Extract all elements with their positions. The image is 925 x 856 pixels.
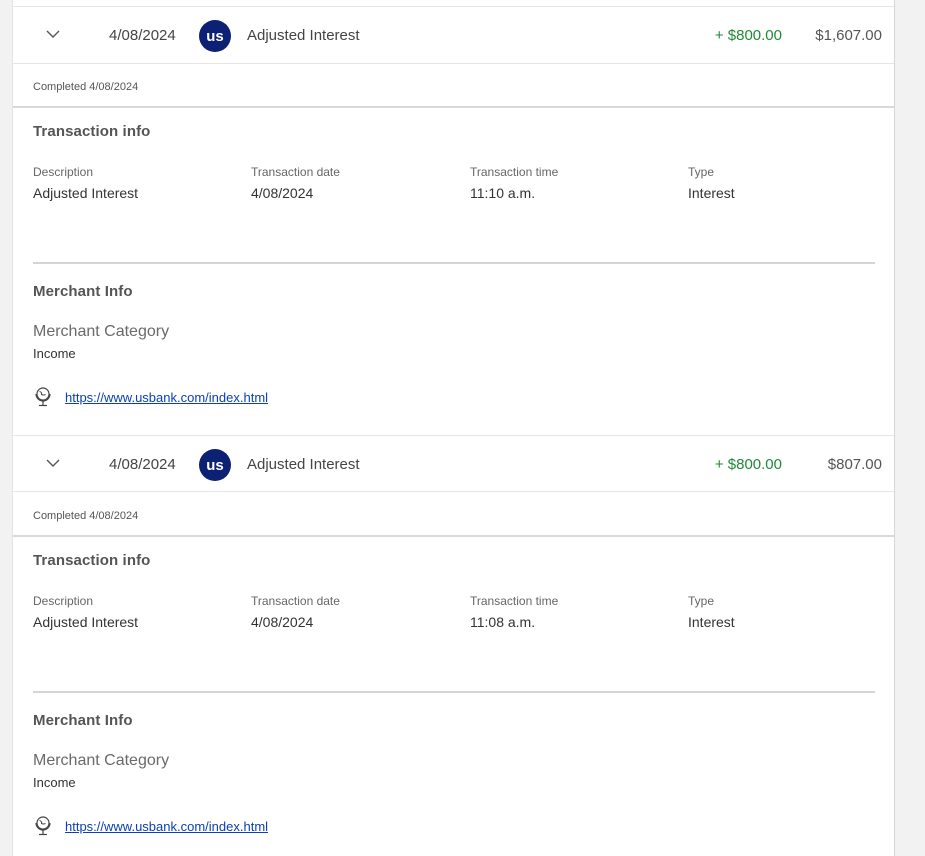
transaction-description: Adjusted Interest [247, 456, 360, 473]
description-value: Adjusted Interest [33, 185, 139, 201]
merchant-category-value: Income [33, 775, 76, 790]
type-value: Interest [688, 614, 735, 630]
transaction-time-value: 11:08 a.m. [470, 614, 536, 630]
transaction-time-label: Transaction time [470, 165, 559, 179]
type-label: Type [688, 165, 715, 179]
merchant-category-label: Merchant Category [33, 752, 170, 769]
section-divider [33, 691, 875, 693]
transaction-description: Adjusted Interest [247, 27, 360, 44]
transaction-amount: + $800.00 [714, 456, 782, 473]
running-balance: $1,607.00 [815, 27, 882, 44]
type-label: Type [688, 594, 715, 608]
transaction-date-value: 4/08/2024 [251, 614, 314, 630]
transaction-date: 4/08/2024 [109, 27, 176, 44]
transaction-date-label: Transaction date [251, 594, 340, 608]
merchant-category-label: Merchant Category [33, 323, 170, 340]
globe-icon [35, 816, 51, 836]
transaction-date: 4/08/2024 [109, 456, 176, 473]
chevron-down-icon[interactable] [45, 457, 61, 469]
transaction-date-label: Transaction date [251, 165, 340, 179]
transaction-info-title: Transaction info [33, 123, 151, 140]
merchant-info-title: Merchant Info [33, 712, 133, 729]
type-value: Interest [688, 185, 735, 201]
status-divider [13, 535, 894, 537]
merchant-info-title: Merchant Info [33, 283, 133, 300]
us-bank-logo: us [199, 449, 231, 481]
transaction-info-title: Transaction info [33, 552, 151, 569]
transaction-status: Completed 4/08/2024 [33, 81, 139, 93]
transaction-date-value: 4/08/2024 [251, 185, 314, 201]
transactions-panel: 4/08/2024 us Adjusted Interest + $800.00… [12, 0, 895, 856]
transaction-time-label: Transaction time [470, 594, 559, 608]
transaction-item: 4/08/2024 us Adjusted Interest + $800.00… [13, 435, 894, 856]
transaction-row[interactable]: 4/08/2024 us Adjusted Interest + $800.00… [13, 435, 894, 492]
transaction-item: 4/08/2024 us Adjusted Interest + $800.00… [13, 7, 894, 436]
transaction-time-value: 11:10 a.m. [470, 185, 536, 201]
section-divider [33, 262, 875, 264]
svg-text:us: us [206, 457, 224, 474]
transaction-row[interactable]: 4/08/2024 us Adjusted Interest + $800.00… [13, 7, 894, 64]
svg-text:us: us [206, 28, 224, 45]
chevron-down-icon[interactable] [45, 28, 61, 40]
transaction-amount: + $800.00 [714, 27, 782, 44]
merchant-website-link[interactable]: https://www.usbank.com/index.html [65, 390, 268, 405]
description-value: Adjusted Interest [33, 614, 139, 630]
merchant-website-link[interactable]: https://www.usbank.com/index.html [65, 819, 268, 834]
description-label: Description [33, 165, 94, 179]
us-bank-logo: us [199, 20, 231, 52]
transaction-status: Completed 4/08/2024 [33, 510, 139, 522]
description-label: Description [33, 594, 94, 608]
globe-icon [35, 387, 51, 407]
running-balance: $807.00 [827, 456, 882, 473]
merchant-category-value: Income [33, 346, 76, 361]
status-divider [13, 106, 894, 108]
